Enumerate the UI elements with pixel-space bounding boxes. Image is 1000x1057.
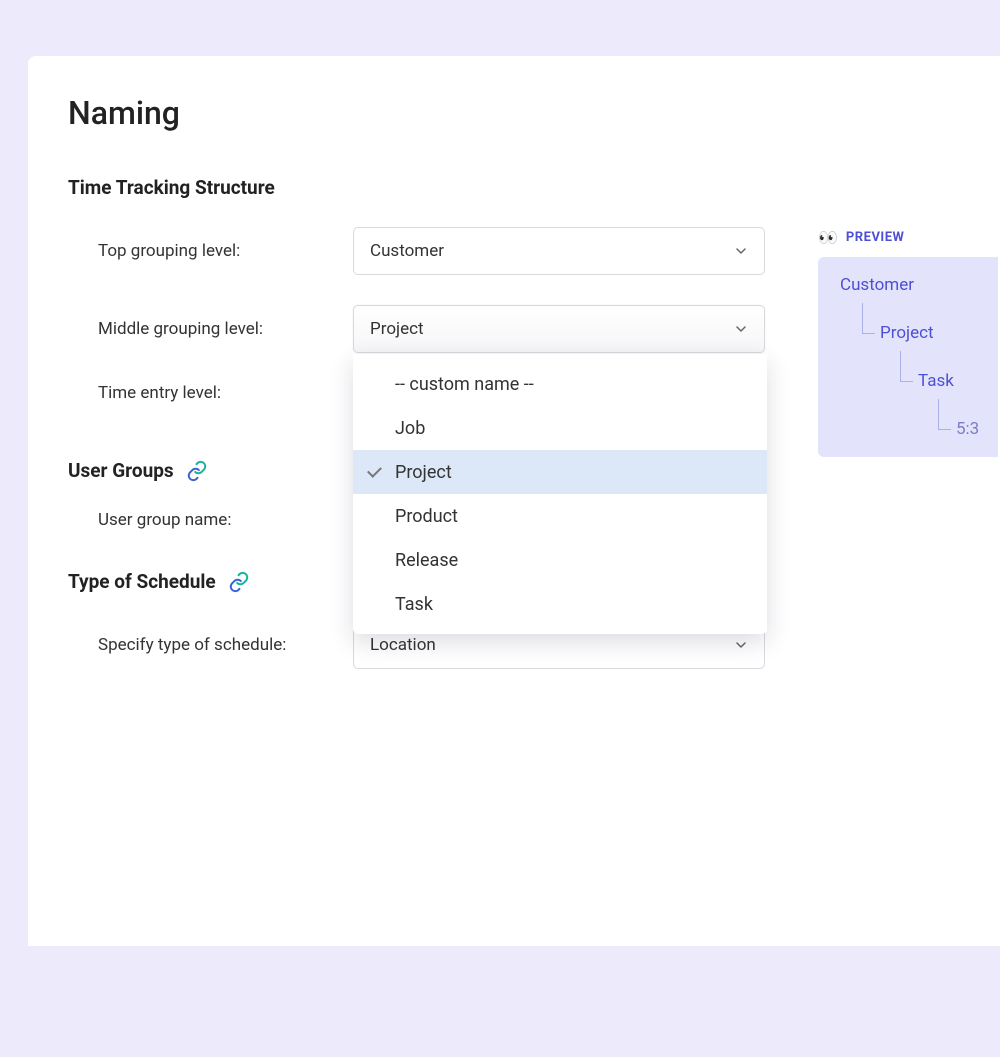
label-middle-level: Middle grouping level:: [98, 319, 353, 339]
select-middle-level-value: Project: [370, 319, 424, 339]
preview-node-task: Task: [918, 371, 998, 391]
link-icon[interactable]: [186, 460, 208, 482]
section-heading-schedule-text: Type of Schedule: [68, 570, 216, 593]
preview-tree: Customer Project Task 5:3: [818, 257, 998, 457]
settings-card: Naming Time Tracking Structure Top group…: [28, 56, 1000, 946]
label-top-level: Top grouping level:: [98, 241, 353, 261]
select-top-level-value: Customer: [370, 241, 444, 261]
chevron-down-icon: [734, 322, 748, 336]
preview-node-customer: Customer: [840, 275, 998, 295]
section-heading-tracking: Time Tracking Structure: [68, 176, 1000, 199]
preview-header: 👀 PREVIEW: [818, 228, 998, 247]
chevron-down-icon: [734, 244, 748, 258]
section-heading-tracking-text: Time Tracking Structure: [68, 176, 275, 199]
dropdown-option-release[interactable]: Release: [353, 538, 767, 582]
preview-node-project: Project: [880, 323, 998, 343]
page-title: Naming: [68, 94, 1000, 132]
section-heading-user-groups-text: User Groups: [68, 459, 174, 482]
preview-node-time: 5:3: [956, 419, 998, 439]
dropdown-option-product[interactable]: Product: [353, 494, 767, 538]
preview-panel: 👀 PREVIEW Customer Project Task 5:3: [818, 228, 998, 457]
dropdown-option-project[interactable]: Project: [353, 450, 767, 494]
dropdown-option-custom[interactable]: -- custom name --: [353, 362, 767, 406]
link-icon[interactable]: [228, 571, 250, 593]
chevron-down-icon: [734, 638, 748, 652]
dropdown-middle-level: -- custom name -- Job Project Product Re…: [353, 354, 767, 634]
label-user-group-name: User group name:: [98, 510, 353, 530]
select-middle-level[interactable]: Project -- custom name -- Job Project Pr…: [353, 305, 765, 353]
label-schedule-type: Specify type of schedule:: [98, 635, 353, 655]
eyes-icon: 👀: [818, 228, 838, 247]
select-top-level[interactable]: Customer: [353, 227, 765, 275]
label-entry-level: Time entry level:: [98, 383, 353, 403]
select-schedule-type-value: Location: [370, 635, 436, 655]
dropdown-option-task[interactable]: Task: [353, 582, 767, 626]
dropdown-option-job[interactable]: Job: [353, 406, 767, 450]
preview-label: PREVIEW: [846, 230, 905, 245]
